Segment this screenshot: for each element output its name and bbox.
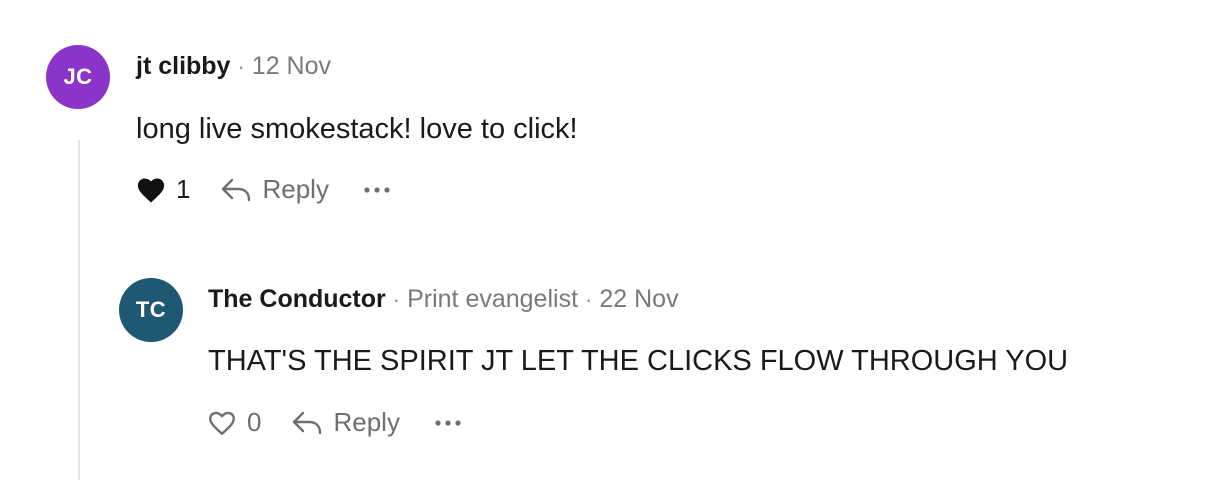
like-button[interactable]: 1 bbox=[136, 174, 190, 205]
more-options-button[interactable] bbox=[434, 419, 462, 427]
reply-button[interactable]: Reply bbox=[291, 407, 400, 438]
thread-line bbox=[78, 140, 80, 480]
reply-label: Reply bbox=[262, 174, 329, 204]
author-badge: Print evangelist bbox=[407, 285, 579, 313]
comment-text: long live smokestack! love to click! bbox=[136, 113, 578, 145]
avatar[interactable]: JC bbox=[46, 45, 110, 109]
comment-actions: 1 Reply bbox=[136, 174, 391, 205]
reply-label: Reply bbox=[333, 407, 400, 437]
heart-outline-icon bbox=[207, 409, 237, 437]
comment-actions: 0 Reply bbox=[207, 407, 462, 438]
reply-arrow-icon bbox=[220, 177, 262, 203]
reply-button[interactable]: Reply bbox=[220, 174, 329, 205]
comment-header: The Conductor · Print evangelist · 22 No… bbox=[208, 285, 679, 314]
author-name[interactable]: The Conductor bbox=[208, 285, 386, 314]
separator-dot: · bbox=[585, 287, 593, 312]
like-count: 1 bbox=[176, 174, 191, 204]
separator-dot: · bbox=[392, 287, 401, 312]
reply-arrow-icon bbox=[291, 410, 333, 436]
like-button[interactable]: 0 bbox=[207, 407, 261, 438]
author-name[interactable]: jt clibby bbox=[136, 52, 230, 81]
more-options-button[interactable] bbox=[363, 186, 391, 194]
ellipsis-icon bbox=[434, 419, 462, 427]
like-count: 0 bbox=[247, 407, 262, 437]
avatar[interactable]: TC bbox=[119, 278, 183, 342]
comment-date[interactable]: 22 Nov bbox=[599, 285, 678, 314]
comment-date[interactable]: 12 Nov bbox=[252, 52, 331, 81]
comment-text: THAT'S THE SPIRIT JT LET THE CLICKS FLOW… bbox=[208, 345, 1069, 377]
separator-dot: · bbox=[237, 54, 245, 79]
ellipsis-icon bbox=[363, 186, 391, 194]
heart-filled-icon bbox=[136, 176, 166, 204]
comment-header: jt clibby · 12 Nov bbox=[136, 52, 331, 81]
